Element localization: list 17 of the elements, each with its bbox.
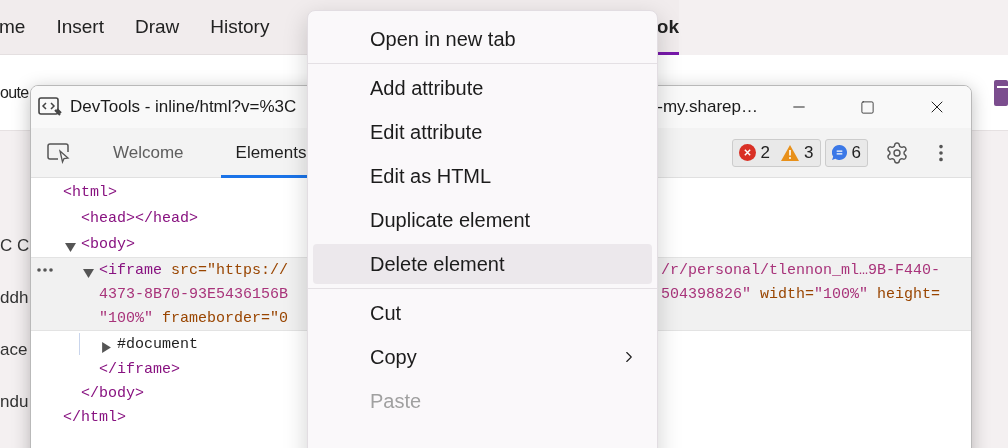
- code-line: /r/personal/tlennon_ml…9B-F440-: [661, 261, 942, 279]
- code-line: <iframe src="https://: [99, 261, 289, 279]
- code-line: 504398826" width="100%" height=: [661, 285, 942, 303]
- code-line: #document: [117, 335, 198, 353]
- error-count: 2: [760, 142, 771, 163]
- window-title: DevTools - inline/html?v=%3C: [70, 97, 297, 117]
- code-line: </html>: [63, 408, 126, 426]
- message-count: 6: [851, 142, 861, 163]
- window-title: -my.sharep…: [657, 97, 758, 117]
- code-line: <body>: [81, 235, 135, 253]
- code-line: <head></head>: [81, 209, 199, 227]
- code-line: <html>: [63, 183, 117, 201]
- warning-count: 3: [804, 142, 814, 163]
- code-line: 4373-8B70-93E5436156B: [99, 285, 289, 303]
- code-line: "100%" frameborder="0: [99, 309, 289, 327]
- code-line: </iframe>: [99, 360, 180, 378]
- code-line: </body>: [81, 384, 144, 402]
